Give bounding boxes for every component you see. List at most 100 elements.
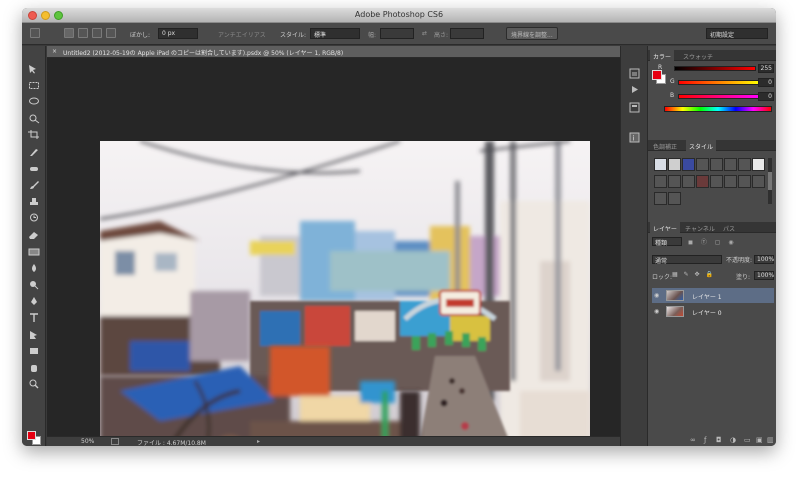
lock-icons[interactable]: ▦ ✎ ✥ 🔒: [672, 271, 715, 278]
fill-input[interactable]: 100%: [754, 271, 774, 280]
history-icon[interactable]: [629, 68, 640, 79]
channel-b-slider[interactable]: [678, 94, 760, 99]
blend-mode-select[interactable]: 通常: [652, 255, 722, 265]
eraser-icon[interactable]: [28, 230, 40, 239]
new-selection-icon[interactable]: [64, 28, 74, 38]
antialias-checkbox[interactable]: アンチエイリアス: [218, 30, 266, 39]
marquee-icon[interactable]: [28, 81, 40, 90]
fill-label: 塗り:: [736, 274, 751, 281]
status-arrow-icon[interactable]: ▸: [257, 438, 260, 445]
fx-icon[interactable]: ƒ: [704, 436, 706, 444]
style-preset-swatch[interactable]: [710, 158, 723, 171]
style-preset-swatch[interactable]: [654, 175, 667, 188]
styles-scroll-thumb[interactable]: [768, 172, 772, 190]
style-preset-swatch[interactable]: [654, 158, 667, 171]
quick-select-icon[interactable]: [28, 114, 40, 124]
type-icon[interactable]: [28, 313, 40, 322]
zoom-level-status[interactable]: 50%: [81, 438, 94, 445]
channel-b-value[interactable]: 0: [758, 92, 774, 101]
status-menu-icon[interactable]: [111, 438, 119, 445]
color-panel-fg-swatch[interactable]: [652, 70, 662, 80]
hand-icon[interactable]: [28, 363, 40, 372]
blur-icon[interactable]: [28, 263, 40, 273]
foreground-color-swatch[interactable]: [27, 431, 36, 440]
feather-input[interactable]: 0 px: [158, 28, 198, 39]
channel-g-value[interactable]: 0: [758, 78, 774, 87]
style-preset-swatch[interactable]: [752, 158, 765, 171]
style-preset-swatch[interactable]: [668, 175, 681, 188]
channel-r-slider[interactable]: [674, 66, 756, 71]
brush-icon[interactable]: [28, 180, 40, 190]
path-select-icon[interactable]: [28, 330, 40, 339]
trash-icon[interactable]: ▥: [767, 436, 774, 444]
zoom-icon[interactable]: [28, 379, 40, 389]
link-layers-icon[interactable]: ∞: [690, 436, 696, 444]
mask-icon[interactable]: ◘: [716, 436, 722, 444]
tool-preset-icon[interactable]: [30, 28, 40, 38]
style-preset-swatch[interactable]: [668, 192, 681, 205]
height-input[interactable]: [450, 28, 484, 39]
document-canvas-image[interactable]: [100, 141, 590, 446]
lasso-icon[interactable]: [28, 97, 40, 106]
style-preset-swatch[interactable]: [654, 192, 667, 205]
layer-row-1[interactable]: ◉ レイヤー 1: [652, 288, 774, 303]
group-icon[interactable]: ▭: [744, 436, 751, 444]
channel-g-slider[interactable]: [678, 80, 760, 85]
stamp-icon[interactable]: [28, 197, 40, 206]
tab-color[interactable]: カラー: [650, 50, 675, 61]
tab-swatches[interactable]: スウォッチ: [680, 50, 716, 61]
shape-icon[interactable]: [28, 346, 40, 355]
style-preset-swatch[interactable]: [724, 158, 737, 171]
style-preset-swatch[interactable]: [696, 158, 709, 171]
actions-play-icon[interactable]: [629, 84, 640, 95]
layer-kind-filter[interactable]: 種類: [652, 237, 682, 247]
new-layer-icon[interactable]: ▣: [756, 436, 763, 444]
subtract-selection-icon[interactable]: [92, 28, 102, 38]
style-preset-swatch[interactable]: [724, 175, 737, 188]
opacity-input[interactable]: 100%: [754, 255, 774, 264]
crop-icon[interactable]: [28, 130, 40, 140]
swap-icon[interactable]: ⇄: [422, 30, 427, 37]
add-selection-icon[interactable]: [78, 28, 88, 38]
tab-channels[interactable]: チャンネル: [682, 222, 718, 233]
tab-paths[interactable]: パス: [720, 222, 738, 233]
healing-icon[interactable]: [28, 164, 40, 173]
channel-r-value[interactable]: 255: [758, 64, 774, 73]
width-input[interactable]: [380, 28, 414, 39]
workspace-select[interactable]: 初期設定: [706, 28, 768, 39]
style-preset-swatch[interactable]: [710, 175, 723, 188]
style-preset-swatch[interactable]: [668, 158, 681, 171]
style-preset-swatch[interactable]: [682, 158, 695, 171]
document-tab[interactable]: × Untitled2 (2012-05-19の Apple iPad のコピー…: [47, 46, 620, 58]
color-spectrum-ramp[interactable]: [664, 106, 772, 112]
opacity-label: 不透明度:: [726, 257, 753, 264]
style-preset-swatch[interactable]: [738, 158, 751, 171]
gradient-icon[interactable]: [28, 247, 40, 256]
layer-visibility-icon[interactable]: ◉: [654, 308, 659, 315]
dodge-icon[interactable]: [28, 280, 40, 290]
tab-layers[interactable]: レイヤー: [650, 222, 680, 233]
move-icon[interactable]: [28, 64, 40, 74]
style-preset-swatch[interactable]: [696, 175, 709, 188]
style-select[interactable]: 標準: [310, 28, 360, 39]
properties-icon[interactable]: [629, 102, 640, 113]
style-preset-swatch[interactable]: [752, 175, 765, 188]
adjustment-layer-icon[interactable]: ◑: [730, 436, 736, 444]
layer-filter-icons[interactable]: ◼ Ⓣ ▢ ◉: [688, 237, 737, 246]
right-panels: カラー スウォッチ R 255 G 0 B 0 色調補正 スタイル レイヤー チ…: [648, 46, 776, 446]
intersect-selection-icon[interactable]: [106, 28, 116, 38]
history-brush-icon[interactable]: [28, 213, 40, 222]
feather-label: ぼかし:: [130, 32, 151, 39]
style-preset-swatch[interactable]: [682, 175, 695, 188]
tab-styles[interactable]: スタイル: [686, 140, 717, 151]
layer-visibility-icon[interactable]: ◉: [654, 292, 659, 299]
styles-scrollbar[interactable]: [768, 158, 772, 204]
info-icon[interactable]: i: [629, 132, 640, 143]
close-document-icon[interactable]: ×: [52, 48, 57, 55]
layer-row-0[interactable]: ◉ レイヤー 0: [652, 304, 774, 319]
pen-icon[interactable]: [28, 296, 40, 306]
style-preset-swatch[interactable]: [738, 175, 751, 188]
refine-edge-button[interactable]: 境界線を調整...: [506, 27, 558, 40]
eyedropper-icon[interactable]: [28, 147, 40, 156]
tab-adjustments[interactable]: 色調補正: [650, 140, 680, 151]
